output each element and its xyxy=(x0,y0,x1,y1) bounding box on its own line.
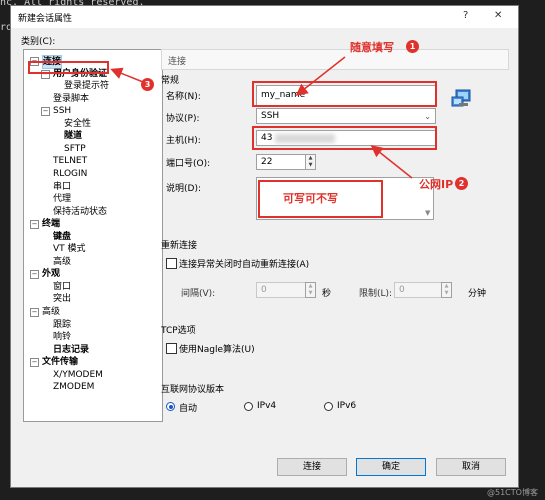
annotation-2-text: 公网IP xyxy=(419,178,454,191)
watermark: @51CTO博客 xyxy=(487,488,538,497)
annotation-box-name xyxy=(252,81,437,107)
annotation-2-badge: 2 xyxy=(455,177,468,190)
annotation-1-text: 随意填写 xyxy=(350,41,394,54)
annotation-3-badge: 3 xyxy=(141,78,154,91)
annotation-box-auth xyxy=(28,61,109,74)
annotation-box-host xyxy=(252,126,437,150)
annotation-1-badge: 1 xyxy=(406,40,419,53)
annotation-arrows xyxy=(110,56,413,179)
annotation-box-text: 可写可不写 xyxy=(283,192,338,205)
